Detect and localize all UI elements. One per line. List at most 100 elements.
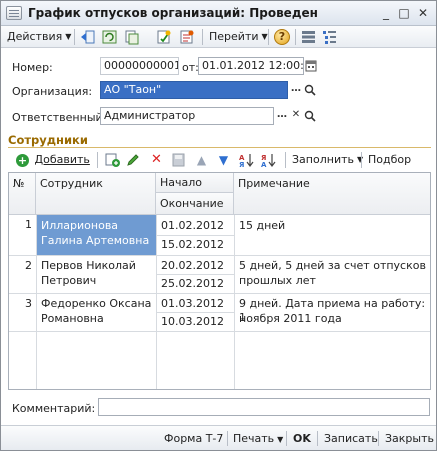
end-edit-icon[interactable] — [170, 152, 187, 168]
column-employee-label: Сотрудник — [40, 177, 103, 190]
note-line2: прошлых лет — [239, 274, 316, 287]
start-date: 01.03.2012 — [161, 297, 224, 310]
open-organization-icon[interactable] — [303, 82, 317, 98]
toolbar-divider — [295, 29, 296, 45]
chevron-down-icon: ▼ — [65, 32, 72, 41]
organization-field[interactable]: АО "Таон" — [100, 81, 288, 99]
bottom-bar: Форма Т-7 Печать ▼ OK Записать Закрыть — [1, 425, 436, 450]
fill-label: Заполнить — [292, 153, 354, 166]
column-header-num[interactable]: № — [9, 173, 36, 215]
close-button[interactable]: Закрыть — [385, 432, 434, 445]
sort-descending-icon[interactable]: Я A — [260, 152, 277, 168]
column-start-label: Начало — [160, 176, 203, 189]
comment-field[interactable] — [98, 398, 430, 416]
row-number: 3 — [25, 297, 32, 310]
number-label: Номер: — [12, 61, 53, 74]
date-from-label: от: — [182, 61, 199, 74]
copy-row-icon[interactable] — [104, 152, 121, 168]
ok-button[interactable]: OK — [293, 432, 311, 445]
plus-icon: + — [16, 153, 29, 167]
refresh-icon[interactable] — [101, 29, 118, 45]
window-title: График отпусков организаций: Проведен — [28, 6, 318, 20]
actions-menu[interactable]: Действия ▼ — [7, 29, 71, 45]
unpost-document-icon[interactable] — [178, 29, 195, 45]
row-number: 2 — [25, 259, 32, 272]
end-date: 15.02.2012 — [161, 238, 224, 251]
column-num-label: № — [13, 177, 25, 190]
cell-divider — [157, 235, 234, 236]
section-divider — [8, 147, 431, 148]
select-organization-button[interactable]: … — [289, 82, 303, 98]
table-row[interactable]: 2 Первов Николай Петрович 20.02.2012 25.… — [9, 256, 430, 293]
employees-table: № Сотрудник Начало Окончание Примечание … — [8, 172, 431, 390]
add-button[interactable]: + Добавить — [16, 152, 90, 168]
calendar-icon[interactable] — [304, 58, 318, 74]
employee-name-line1: Илларионова — [41, 219, 119, 232]
toolbar-divider — [268, 29, 269, 45]
row-divider — [9, 331, 430, 332]
note-line1: 5 дней, 5 дней за счет отпусков — [239, 259, 426, 272]
clear-icon[interactable]: ✕ — [289, 108, 303, 124]
toolbar-divider — [317, 431, 318, 446]
actions-label: Действия — [7, 30, 63, 43]
document-window: График отпусков организаций: Проведен _ … — [0, 0, 437, 451]
chevron-down-icon: ▼ — [261, 32, 268, 41]
table-toolbar: + Добавить ✕ ▲ ▼ A Я Я A Заполнить Подбо… — [8, 151, 431, 169]
table-row[interactable]: 1 Илларионова Галина Артемовна 01.02.201… — [9, 215, 430, 255]
list-view-icon[interactable] — [300, 29, 317, 45]
column-header-end[interactable]: Окончание — [156, 193, 234, 215]
column-end-label: Окончание — [160, 197, 224, 210]
responsible-label: Ответственный: — [12, 111, 107, 124]
title-bar[interactable]: График отпусков организаций: Проведен _ … — [1, 1, 436, 26]
comment-label: Комментарий: — [12, 402, 96, 415]
back-to-list-icon[interactable] — [79, 29, 96, 45]
toolbar-divider — [74, 29, 75, 45]
move-down-icon[interactable]: ▼ — [215, 152, 232, 168]
chevron-down-icon: ▼ — [277, 434, 284, 444]
move-up-icon[interactable]: ▲ — [193, 152, 210, 168]
edit-pencil-icon[interactable] — [125, 152, 142, 168]
employee-name-line2: Романовна — [41, 312, 104, 325]
go-label: Перейти — [209, 30, 259, 43]
copy-icon[interactable] — [123, 29, 140, 45]
responsible-field[interactable]: Администратор — [100, 107, 274, 125]
close-icon[interactable]: ✕ — [415, 6, 431, 21]
post-document-icon[interactable] — [155, 29, 172, 45]
toolbar-divider — [97, 152, 98, 168]
form-t7-button[interactable]: Форма Т-7 — [164, 432, 223, 445]
help-label: ? — [278, 30, 286, 43]
select-responsible-button[interactable]: … — [275, 108, 289, 124]
toolbar-divider — [227, 431, 228, 446]
organization-label: Организация: — [12, 85, 93, 98]
structure-view-icon[interactable] — [321, 29, 338, 45]
add-label: Добавить — [34, 153, 90, 166]
row-number: 1 — [25, 218, 32, 231]
maximize-icon[interactable]: □ — [396, 6, 412, 21]
column-header-start[interactable]: Начало — [156, 173, 234, 193]
svg-text:A: A — [261, 161, 267, 168]
start-date: 01.02.2012 — [161, 219, 224, 232]
delete-icon[interactable]: ✕ — [148, 152, 165, 168]
save-button[interactable]: Записать — [324, 432, 378, 445]
table-row[interactable]: 3 Федоренко Оксана Романовна 01.03.2012 … — [9, 294, 430, 331]
date-field[interactable]: 01.01.2012 12:00:00 — [198, 57, 304, 75]
select-button[interactable]: Подбор — [368, 152, 411, 168]
cell-divider — [157, 312, 234, 313]
column-header-note[interactable]: Примечание — [234, 173, 430, 215]
selected-cell[interactable]: Илларионова Галина Артемовна — [37, 215, 156, 255]
print-menu[interactable]: Печать ▼ — [233, 432, 283, 445]
open-responsible-icon[interactable] — [303, 108, 317, 124]
column-header-employee[interactable]: Сотрудник — [36, 173, 156, 215]
note-line1: 15 дней — [239, 219, 286, 232]
sort-ascending-icon[interactable]: A Я — [238, 152, 255, 168]
number-field[interactable]: 00000000001 — [100, 57, 179, 75]
fill-menu[interactable]: Заполнить▼ — [292, 152, 363, 168]
print-label: Печать — [233, 432, 275, 445]
go-menu[interactable]: Перейти ▼ — [209, 29, 268, 45]
help-button[interactable]: ? — [274, 29, 290, 45]
minimize-icon[interactable]: _ — [378, 6, 394, 21]
end-date: 10.03.2012 — [161, 315, 224, 328]
start-date: 20.02.2012 — [161, 259, 224, 272]
toolbar-divider — [285, 152, 286, 168]
cell-divider — [157, 274, 234, 275]
